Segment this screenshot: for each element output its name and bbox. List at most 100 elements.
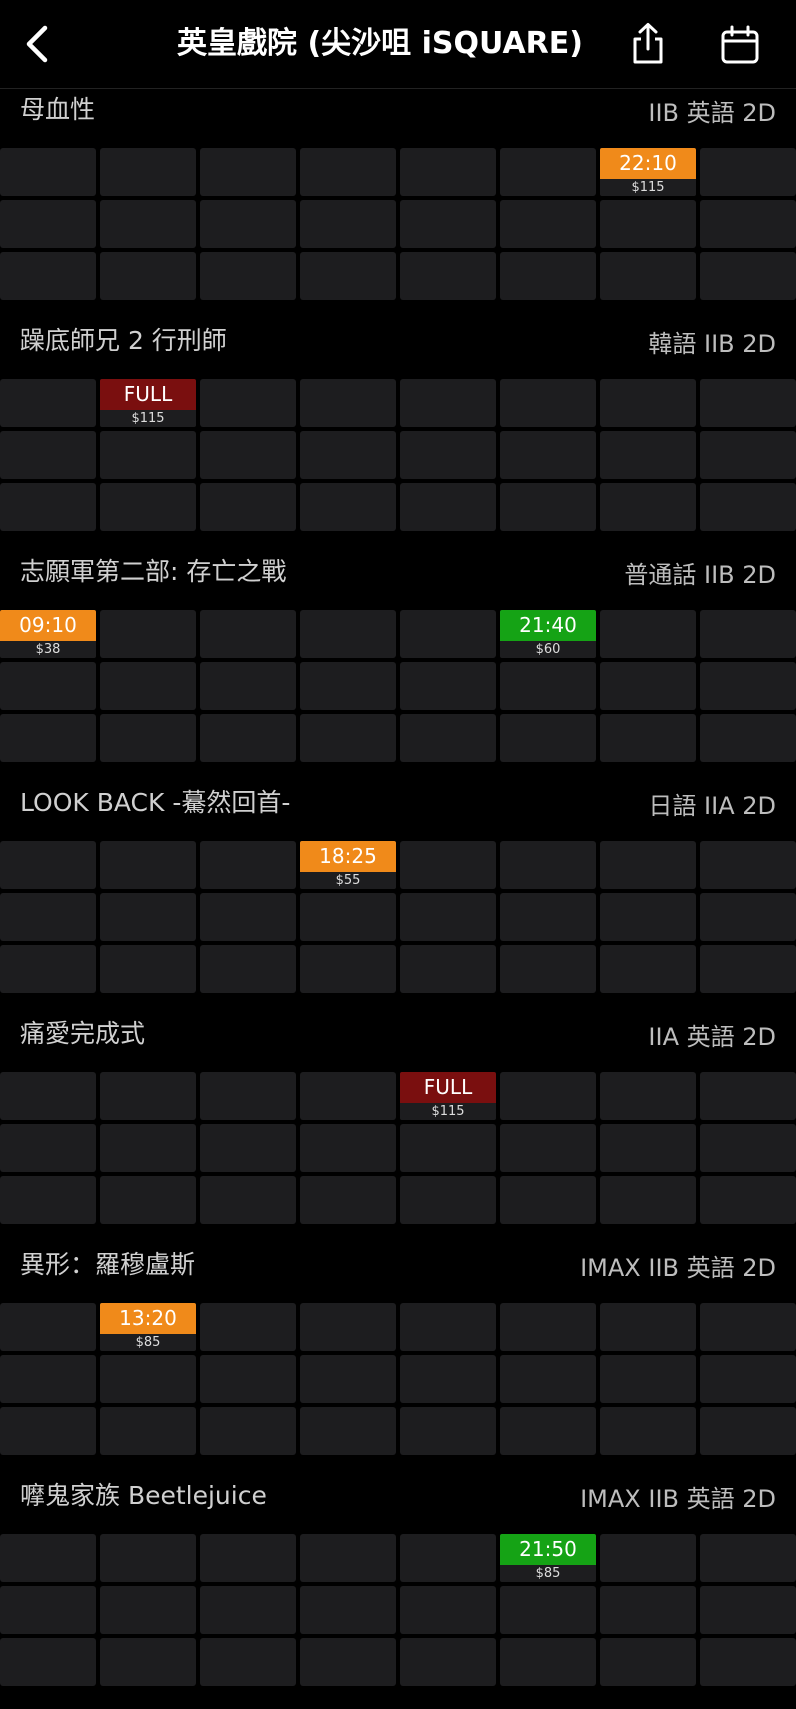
empty-slot [600,1407,696,1455]
empty-slot [600,610,696,658]
empty-slot [300,1638,396,1686]
empty-slot [500,1407,596,1455]
empty-slot [600,1303,696,1351]
showtime-price: $115 [400,1103,496,1120]
empty-slot [0,252,96,300]
empty-slot [200,1586,296,1634]
empty-slot [200,1534,296,1582]
showtime-full[interactable]: FULL $115 [100,379,196,427]
empty-slot [0,431,96,479]
empty-slot [600,1586,696,1634]
showtime-slot[interactable]: 18:25 $55 [300,841,396,889]
empty-slot [400,1407,496,1455]
empty-slot [400,148,496,196]
empty-slot [200,1303,296,1351]
empty-slot [200,1638,296,1686]
movie-title[interactable]: 志願軍第二部: 存亡之戰 [20,554,286,590]
empty-slot [100,1638,196,1686]
empty-slot [300,662,396,710]
showtime-grid: FULL $115 [0,379,796,531]
empty-slot [700,1303,796,1351]
empty-slot [100,610,196,658]
movie-title[interactable]: 痛愛完成式 [20,1016,145,1052]
showtime-slot[interactable]: 21:50 $85 [500,1534,596,1582]
empty-slot [600,379,696,427]
empty-slot [0,200,96,248]
showtime-slot[interactable]: 22:10 $115 [600,148,696,196]
empty-slot [400,1303,496,1351]
empty-slot [600,1124,696,1172]
empty-slot [200,662,296,710]
movie-format-info: IMAX IIB 英語 2D [580,1254,776,1282]
empty-slot [600,714,696,762]
empty-slot [600,841,696,889]
movie-section: 痛愛完成式 IIA 英語 2D FULL $115 [0,1016,796,1247]
empty-slot [700,1534,796,1582]
empty-slot [0,1638,96,1686]
empty-slot [300,610,396,658]
movie-section: 志願軍第二部: 存亡之戰 普通話 IIB 2D 09:10 $38 21:40 $60 [0,554,796,785]
empty-slot [500,893,596,941]
movie-format-info: IIA 英語 2D [648,1023,776,1051]
empty-slot [500,1355,596,1403]
movie-title[interactable]: LOOK BACK -驀然回首- [20,785,290,821]
empty-slot [200,610,296,658]
empty-slot [200,483,296,531]
showtime-slot[interactable]: 09:10 $38 [0,610,96,658]
empty-slot [200,945,296,993]
empty-slot [200,200,296,248]
empty-slot [600,945,696,993]
empty-slot [600,200,696,248]
movie-title[interactable]: 異形：羅穆盧斯 [20,1247,195,1283]
empty-slot [200,1072,296,1120]
empty-slot [700,893,796,941]
empty-slot [0,1534,96,1582]
empty-slot [100,1072,196,1120]
movie-title[interactable]: 躁底師兄 2 行刑師 [20,323,227,359]
showtime-price: $60 [500,641,596,658]
empty-slot [700,1176,796,1224]
empty-slot [0,841,96,889]
showtime-full[interactable]: FULL $115 [400,1072,496,1120]
movie-title[interactable]: 嚤鬼家族 Beetlejuice [20,1478,267,1514]
empty-slot [700,148,796,196]
movie-title[interactable]: 母血性 [20,92,95,128]
movie-section: 異形：羅穆盧斯 IMAX IIB 英語 2D 13:20 $85 [0,1247,796,1478]
showtime-time: 09:10 [0,610,96,641]
empty-slot [500,148,596,196]
empty-slot [100,1407,196,1455]
empty-slot [300,483,396,531]
empty-slot [700,662,796,710]
showtime-slot[interactable]: 13:20 $85 [100,1303,196,1351]
empty-slot [400,379,496,427]
empty-slot [0,1176,96,1224]
movie-section: 母血性 IIB 英語 2D 22:10 $115 [0,92,796,323]
showtime-price: $115 [100,410,196,427]
empty-slot [0,1072,96,1120]
empty-slot [100,252,196,300]
empty-slot [200,148,296,196]
empty-slot [500,1586,596,1634]
share-icon[interactable] [626,22,670,66]
empty-slot [600,483,696,531]
empty-slot [600,1176,696,1224]
empty-slot [700,252,796,300]
showtime-time: FULL [100,379,196,410]
showtime-slot[interactable]: 21:40 $60 [500,610,596,658]
empty-slot [500,1303,596,1351]
empty-slot [700,945,796,993]
empty-slot [400,1586,496,1634]
empty-slot [300,1072,396,1120]
empty-slot [0,1303,96,1351]
calendar-icon[interactable] [718,24,762,66]
back-chevron-icon[interactable] [18,22,58,66]
empty-slot [0,1407,96,1455]
empty-slot [200,714,296,762]
showtime-price: $85 [500,1565,596,1582]
empty-slot [400,483,496,531]
empty-slot [500,483,596,531]
empty-slot [400,714,496,762]
empty-slot [100,1355,196,1403]
empty-slot [300,1534,396,1582]
empty-slot [0,662,96,710]
